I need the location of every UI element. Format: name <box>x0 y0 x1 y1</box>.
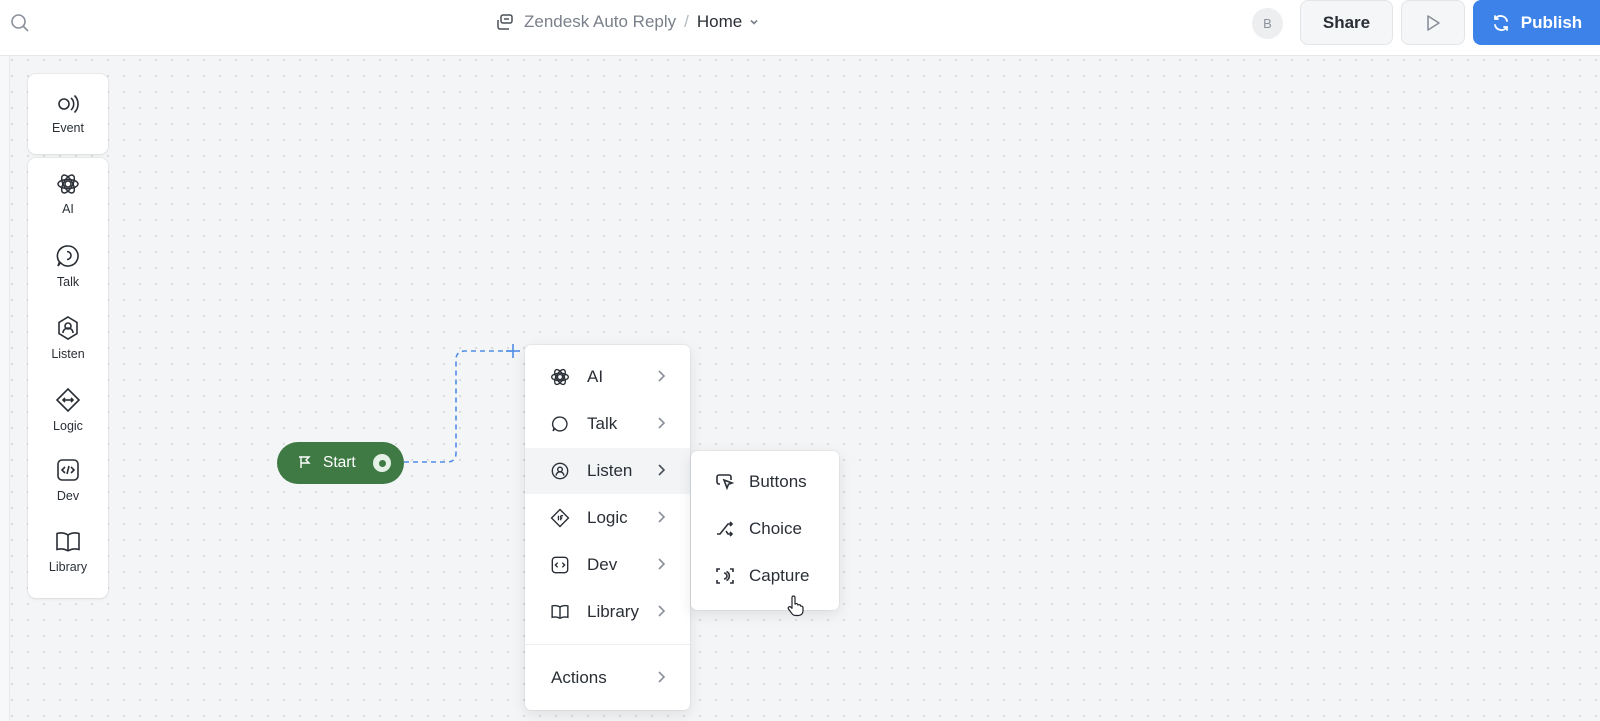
flag-icon <box>299 456 311 468</box>
play-icon <box>1427 14 1440 31</box>
menu-item-label: Dev <box>587 555 618 574</box>
library-icon <box>551 604 569 620</box>
page-name: Home <box>696 12 743 31</box>
submenu-item-label: Capture <box>749 566 810 585</box>
menu-item-label: Listen <box>587 461 633 480</box>
project-icon <box>497 14 513 30</box>
chevron-right-icon <box>658 511 666 523</box>
menu-item-label: Talk <box>587 414 618 433</box>
breadcrumb: Zendesk Auto Reply / Home <box>496 8 760 36</box>
chevron-right-icon <box>658 370 666 382</box>
refresh-icon <box>1493 14 1508 31</box>
menu-item-talk[interactable]: Talk <box>525 401 690 447</box>
publish-button[interactable]: Publish <box>1473 0 1600 45</box>
start-port[interactable] <box>373 454 391 472</box>
chevron-right-icon <box>658 417 666 429</box>
menu-item-library[interactable]: Library <box>525 589 690 635</box>
top-bar: Zendesk Auto Reply / Home B Share Publis… <box>0 0 1600 56</box>
ai-icon <box>551 368 569 386</box>
avatar[interactable]: B <box>1252 8 1283 39</box>
breadcrumb-separator: / <box>684 12 689 31</box>
buttons-icon <box>716 474 735 491</box>
run-button[interactable] <box>1401 0 1465 45</box>
submenu-item-label: Choice <box>749 519 802 538</box>
share-button[interactable]: Share <box>1300 0 1393 45</box>
chevron-right-icon <box>658 558 666 570</box>
page-selector[interactable]: Home <box>697 12 760 32</box>
chevron-right-icon <box>658 605 666 617</box>
logic-icon <box>550 508 570 528</box>
start-label: Start <box>323 454 356 471</box>
menu-item-actions[interactable]: Actions <box>525 655 690 701</box>
start-node[interactable]: Start <box>277 442 404 484</box>
menu-item-listen[interactable]: Listen <box>525 448 690 494</box>
menu-item-label: Actions <box>551 668 607 687</box>
listen-submenu: Buttons Choice Capture <box>691 451 839 610</box>
submenu-item-choice[interactable]: Choice <box>691 506 839 552</box>
add-node-icon <box>506 344 520 358</box>
chevron-right-icon <box>658 464 666 476</box>
add-step-menu: AI Talk Listen Logic Dev Library Actions <box>525 345 690 710</box>
menu-divider <box>525 644 690 645</box>
menu-item-ai[interactable]: AI <box>525 354 690 400</box>
submenu-item-label: Buttons <box>749 472 807 491</box>
connector-line <box>404 350 512 463</box>
listen-icon <box>551 462 569 480</box>
project-crumb[interactable]: Zendesk Auto Reply <box>496 12 676 32</box>
search-button[interactable] <box>8 11 32 35</box>
search-icon <box>11 14 29 32</box>
hand-cursor-icon <box>787 595 804 617</box>
submenu-item-capture[interactable]: Capture <box>691 553 839 599</box>
chevron-right-icon <box>658 671 666 683</box>
capture-icon <box>716 568 734 584</box>
choice-icon <box>717 521 734 537</box>
flow-canvas <box>404 344 520 463</box>
submenu-item-buttons[interactable]: Buttons <box>691 459 839 505</box>
talk-icon <box>551 416 568 432</box>
menu-item-label: Logic <box>587 508 628 527</box>
chevron-down-icon <box>750 19 758 25</box>
project-name: Zendesk Auto Reply <box>524 12 677 31</box>
publish-label: Publish <box>1520 12 1583 32</box>
menu-item-logic[interactable]: Logic <box>525 495 690 541</box>
menu-item-label: AI <box>587 367 604 386</box>
menu-item-dev[interactable]: Dev <box>525 542 690 588</box>
dev-icon <box>551 556 569 574</box>
menu-item-label: Library <box>587 602 639 621</box>
